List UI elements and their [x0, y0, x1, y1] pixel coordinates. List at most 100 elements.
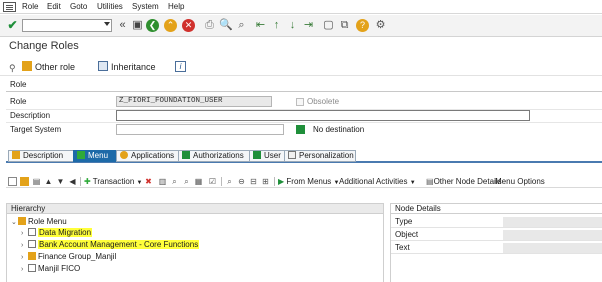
description-field[interactable] [116, 110, 530, 121]
shortcut-icon[interactable]: ⧉ [338, 19, 351, 32]
menu-utilities[interactable]: Utilities [97, 2, 123, 11]
tab-personalization[interactable]: Personalization [284, 150, 356, 162]
detail-type-field[interactable] [503, 217, 602, 227]
command-field[interactable] [22, 19, 112, 32]
folder-icon [28, 252, 36, 260]
tree-root[interactable]: ⌄ Role Menu [11, 217, 67, 227]
tree-node-label: Bank Account Management - Core Functions [38, 240, 200, 249]
tab-applications[interactable]: Applications [116, 150, 179, 162]
transaction-button[interactable]: ✚ Transaction ▼ [84, 176, 142, 187]
confirm-icon[interactable]: ✔ [6, 19, 19, 32]
first-icon[interactable]: « [116, 19, 129, 32]
zoom-icon[interactable]: ⌕ [225, 177, 234, 186]
target-system-field[interactable] [116, 124, 284, 135]
customize-icon[interactable]: ⚙ [374, 19, 387, 32]
find-icon[interactable]: 🔍 [219, 19, 233, 32]
back-icon[interactable]: ❮ [146, 19, 159, 32]
page-title: Change Roles [9, 40, 79, 52]
tree-node[interactable]: › Manjil FICO [21, 264, 80, 274]
tab-description[interactable]: Description [8, 150, 74, 162]
separator [80, 177, 81, 186]
inheritance-icon [98, 61, 108, 71]
chevron-right-icon[interactable]: › [21, 265, 28, 275]
find-next-icon[interactable]: ⌕ [182, 177, 191, 186]
chevron-right-icon[interactable]: › [21, 241, 28, 251]
last-page-icon[interactable]: ⇥ [302, 19, 315, 32]
from-menus-label: From Menus [286, 177, 332, 186]
no-destination-label: No destination [313, 125, 365, 134]
tab-label: Description [23, 151, 64, 160]
inheritance-button[interactable]: Inheritance [98, 61, 156, 72]
tree-toolbar: ▤ ▲ ▼ ◀ ✚ Transaction ▼ ✖ ▥ ⌕ ⌕ ▦ ☑ ⌕ ⊖ … [6, 175, 602, 188]
zoom-out-icon[interactable]: ⊖ [237, 177, 246, 186]
find-icon[interactable]: ⌕ [170, 177, 179, 186]
description-icon [12, 151, 20, 159]
tab-label: Personalization [299, 151, 354, 160]
sap-menu-icon[interactable] [3, 2, 16, 12]
print-icon[interactable]: ▦ [194, 177, 203, 186]
node-details-header: Node Details [391, 204, 602, 214]
obsolete-checkbox[interactable] [296, 98, 304, 106]
details-icon[interactable]: ▥ [158, 177, 167, 186]
menu-help[interactable]: Help [168, 2, 184, 11]
first-page-icon[interactable]: ⇤ [254, 19, 267, 32]
move-up-icon[interactable]: ▲ [44, 177, 53, 186]
tree-node[interactable]: › Data Migration [21, 228, 93, 239]
check-icon[interactable]: ☑ [208, 177, 217, 186]
print-icon[interactable]: ⎙ [203, 19, 216, 32]
hierarchy-header: Hierarchy [7, 204, 383, 214]
menu-options-button[interactable]: Menu Options [495, 176, 545, 187]
delete-icon[interactable]: ✖ [144, 177, 153, 186]
save-icon[interactable]: ▣ [131, 19, 144, 32]
menu-role[interactable]: Role [22, 2, 38, 11]
dropdown-icon[interactable] [104, 22, 110, 26]
tab-menu[interactable]: Menu [73, 150, 117, 162]
expand-icon[interactable] [8, 177, 17, 186]
person-icon: ⚲ [9, 63, 16, 73]
tree-node[interactable]: › Finance Group_Manjil [21, 252, 116, 262]
role-field[interactable]: Z_FIORI_FOUNDATION_USER [116, 96, 272, 107]
from-menus-button[interactable]: ▶ From Menus ▼ [278, 176, 339, 187]
role-section-header: Role [6, 80, 602, 92]
exit-icon[interactable]: ⌃ [164, 19, 177, 32]
chevron-down-icon[interactable]: ⌄ [11, 218, 18, 228]
move-down-icon[interactable]: ▼ [56, 177, 65, 186]
detail-label: Object [395, 230, 419, 239]
expand-all-icon[interactable]: ⊞ [261, 177, 270, 186]
personalization-icon [288, 151, 296, 159]
find-next-icon[interactable]: ⌕ [235, 19, 248, 32]
applications-icon [120, 151, 128, 159]
menu-system[interactable]: System [132, 2, 159, 11]
menu-edit[interactable]: Edit [47, 2, 61, 11]
other-node-details-button[interactable]: ▤Other Node Details [426, 176, 502, 187]
folder-icon [22, 61, 32, 71]
node-details-panel: Node Details Type Object Text [390, 203, 602, 282]
tab-authorizations[interactable]: Authorizations [178, 150, 250, 162]
info-icon[interactable]: i [175, 61, 186, 72]
detail-row-type: Type [391, 216, 602, 228]
application-toolbar: ⚲ Other role Inheritance i [0, 58, 602, 76]
tree-node[interactable]: › Bank Account Management - Core Function… [21, 240, 200, 251]
transaction-label: Transaction [92, 177, 135, 186]
divider [6, 122, 602, 123]
node-details-icon: ▤ [426, 177, 434, 186]
menu-goto[interactable]: Goto [70, 2, 87, 11]
other-role-button[interactable]: ⚲ Other role [9, 61, 75, 73]
tab-user[interactable]: User [249, 150, 285, 162]
cancel-icon[interactable]: ✕ [182, 19, 195, 32]
move-left-icon[interactable]: ◀ [68, 177, 77, 186]
detail-object-field[interactable] [503, 230, 602, 240]
next-page-icon[interactable]: ↓ [286, 19, 299, 32]
chevron-down-icon: ▼ [136, 180, 143, 186]
folder-icon[interactable] [20, 177, 29, 186]
chevron-right-icon[interactable]: › [21, 253, 28, 263]
previous-page-icon[interactable]: ↑ [270, 19, 283, 32]
additional-activities-button[interactable]: Additional Activities ▼ [339, 176, 416, 187]
document-icon[interactable]: ▤ [32, 177, 41, 186]
chevron-down-icon: ▼ [409, 180, 416, 186]
collapse-icon[interactable]: ⊟ [249, 177, 258, 186]
chevron-right-icon[interactable]: › [21, 229, 28, 239]
help-icon[interactable]: ? [356, 19, 369, 32]
detail-text-field[interactable] [503, 243, 602, 253]
new-session-icon[interactable]: ▢ [322, 19, 335, 32]
